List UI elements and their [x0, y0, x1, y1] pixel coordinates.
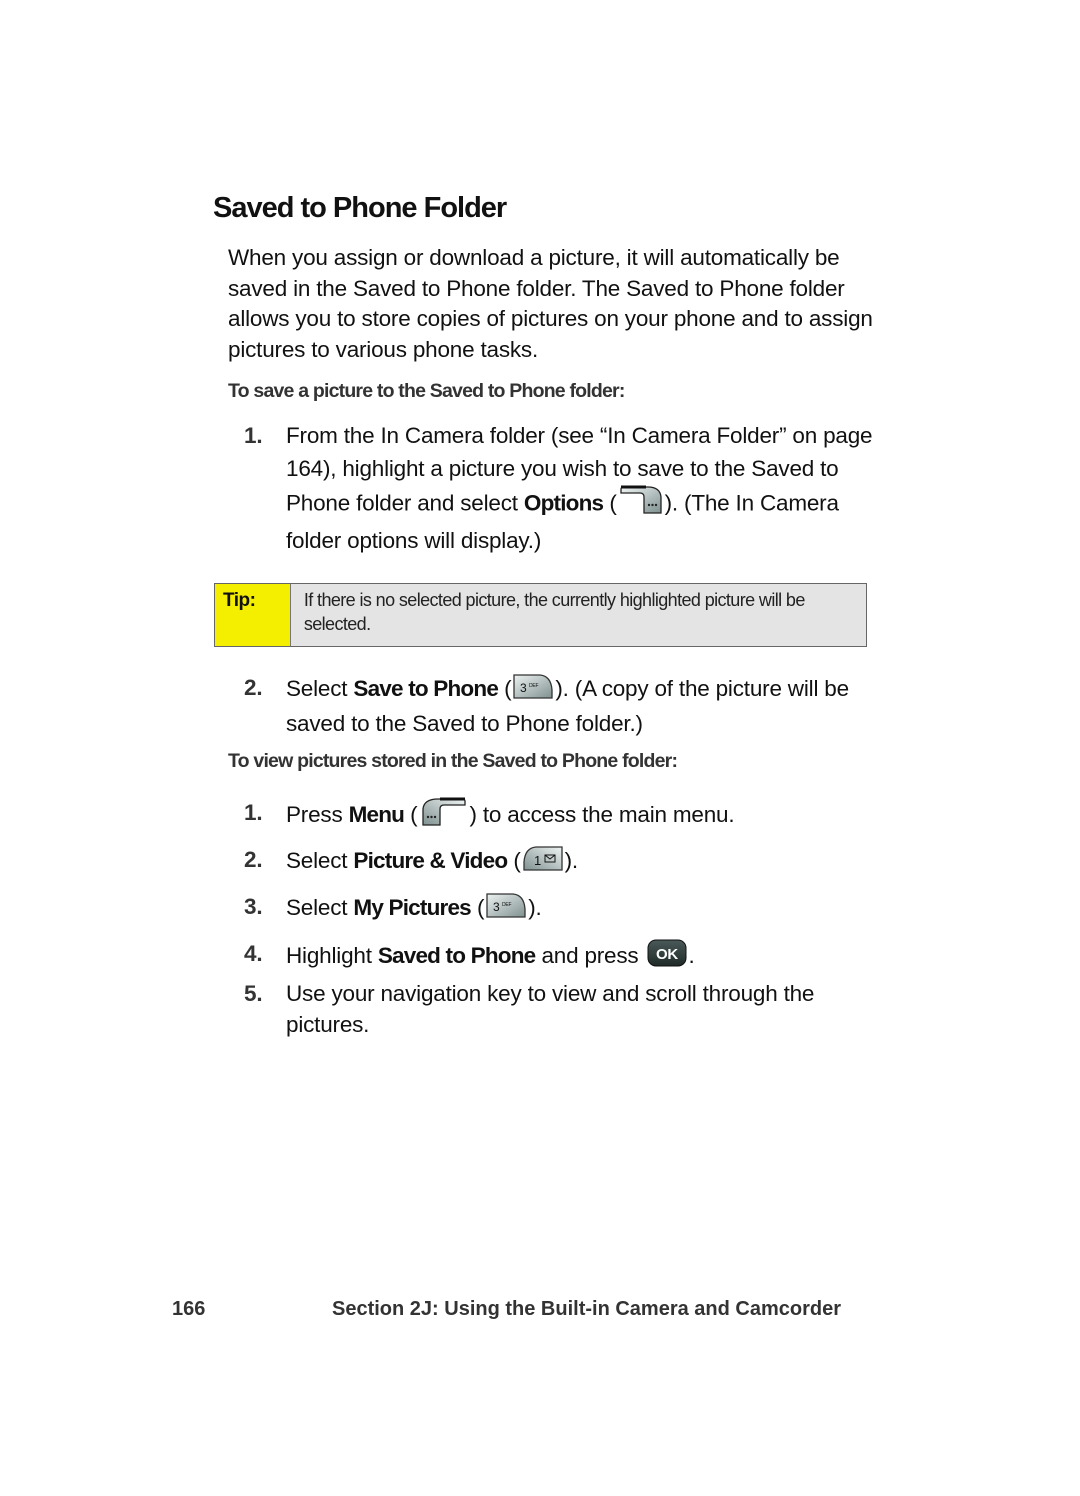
save-step-2: 2. Select Save to Phone (3 DEF). (A copy … — [244, 672, 894, 739]
step-text: Press Menu () to access the main menu. — [286, 797, 894, 835]
picture-video-label: Picture & Video — [353, 847, 508, 873]
save-step-1: 1. From the In Camera folder (see “In Ca… — [244, 419, 894, 557]
svg-text:3: 3 — [493, 900, 500, 914]
save-to-phone-label: Save to Phone — [353, 675, 499, 701]
saved-to-phone-label: Saved to Phone — [377, 942, 536, 968]
my-pictures-label: My Pictures — [353, 894, 471, 920]
step-number: 2. — [244, 847, 263, 872]
page-title: Saved to Phone Folder — [213, 192, 507, 224]
options-label: Options — [523, 490, 604, 516]
tip-box: Tip: If there is no selected picture, th… — [214, 583, 867, 647]
step-text: Select Save to Phone (3 DEF). (A copy of … — [286, 672, 894, 739]
step-number: 4. — [244, 941, 263, 966]
svg-text:3: 3 — [520, 681, 527, 695]
step-text: Use your navigation key to view and scro… — [286, 981, 815, 1037]
intro-paragraph: When you assign or download a picture, i… — [228, 245, 873, 362]
step-number: 1. — [244, 800, 263, 825]
view-subheading: To view pictures stored in the Saved to … — [228, 750, 678, 772]
svg-text:DEF: DEF — [529, 683, 539, 689]
step-number: 3. — [244, 894, 263, 919]
step-text: Select My Pictures (3 DEF). — [286, 891, 894, 927]
key-3-def-icon: 3 DEF — [485, 891, 527, 927]
page-number: 166 — [172, 1298, 206, 1320]
tip-text: If there is no selected picture, the cur… — [303, 590, 806, 634]
save-subheading: To save a picture to the Saved to Phone … — [228, 380, 625, 402]
step-text: From the In Camera folder (see “In Camer… — [286, 423, 873, 553]
view-step-5: 5. Use your navigation key to view and s… — [244, 978, 894, 1040]
view-step-2: 2. Select Picture & Video (1). — [244, 844, 894, 880]
svg-text:DEF: DEF — [502, 902, 512, 908]
view-step-1: 1. Press Menu () to access the main menu… — [244, 797, 894, 835]
view-step-4: 4. Highlight Saved to Phone and press OK… — [244, 938, 894, 976]
menu-label: Menu — [348, 801, 405, 827]
step-number: 1. — [244, 423, 263, 448]
step-number: 2. — [244, 675, 263, 700]
right-softkey-icon — [618, 485, 664, 524]
view-step-3: 3. Select My Pictures (3 DEF). — [244, 891, 894, 927]
step-text: Highlight Saved to Phone and press OK. — [286, 938, 894, 976]
key-3-def-icon: 3 DEF — [512, 672, 554, 708]
step-text: Select Picture & Video (1). — [286, 844, 894, 880]
key-1-voicemail-icon: 1 — [522, 844, 564, 880]
svg-text:OK: OK — [655, 946, 677, 963]
svg-text:1: 1 — [534, 853, 541, 868]
step-number: 5. — [244, 981, 263, 1006]
left-softkey-icon — [418, 797, 468, 835]
tip-label: Tip: — [215, 584, 291, 646]
ok-key-icon: OK — [646, 938, 688, 976]
section-title: Section 2J: Using the Built-in Camera an… — [332, 1298, 841, 1320]
